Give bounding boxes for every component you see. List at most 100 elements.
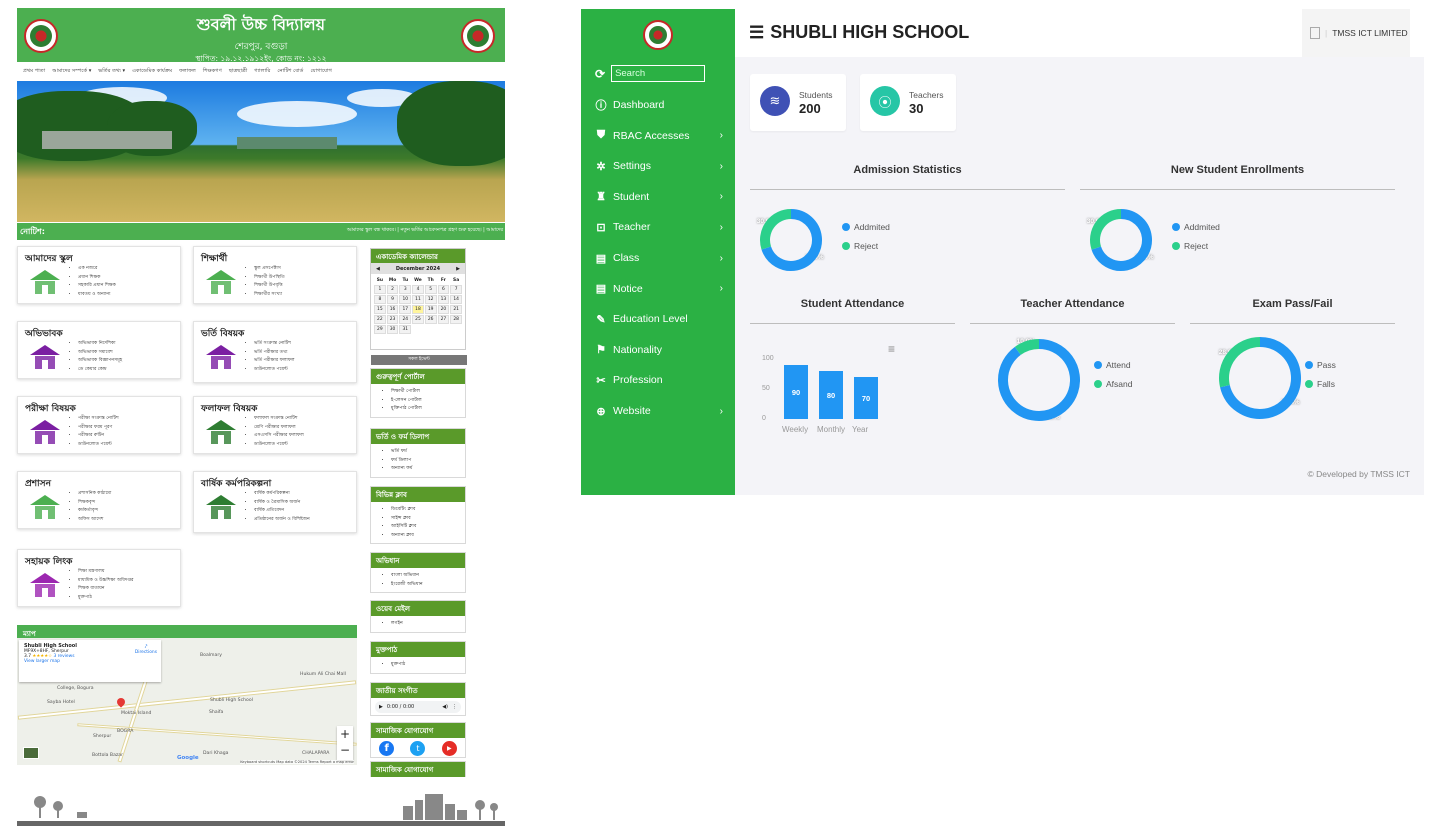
sidebar-link[interactable]: অন্যান্য ক্লাব [391,532,465,541]
calendar-day[interactable]: 3 [399,285,412,294]
facebook-icon[interactable]: f [379,741,395,756]
card-link[interactable]: বার্ষিক কর্মপরিকল্পনা [254,490,310,499]
sidebar-link[interactable]: ফর্ম ডিলাপ [391,457,465,466]
donut-slice[interactable] [1090,209,1122,250]
card-link[interactable]: যাবতয় ও অন্যান্য [78,291,116,300]
calendar-day[interactable]: 16 [386,305,399,314]
calendar-day[interactable]: 12 [424,295,437,304]
sidebar-item[interactable]: ⊡ Teacher › [595,218,723,236]
legend-item[interactable]: Reject [842,241,878,251]
legend-item[interactable]: Addmited [842,222,890,232]
donut-chart[interactable] [1214,332,1306,424]
sidebar-item[interactable]: ⚑ Nationality [595,341,723,359]
legend-item[interactable]: Falls [1305,379,1335,389]
sidebar-link[interactable]: অন্যান্য ফর্ম [391,465,465,474]
larger-map-link[interactable]: View larger map [24,659,156,664]
card-link[interactable]: অভিভাবক বিজ্ঞাপনসমূহ [78,357,122,366]
donut-slice[interactable] [1219,337,1261,388]
calendar-day[interactable]: 6 [437,285,450,294]
sidebar-item[interactable]: ✂ Profession [595,371,723,389]
sidebar-item[interactable]: ✎ Education Level [595,310,723,328]
card-title[interactable]: আমাদের স্কুল [25,251,73,266]
legend-item[interactable]: Pass [1305,360,1336,370]
sidebar-link[interactable]: লগইন [391,620,465,629]
sidebar-link[interactable]: আইসিটি ক্লাব [391,523,465,532]
card-link[interactable]: ডে কেয়ার কেন্দ্র [78,366,122,375]
refresh-icon[interactable]: ⟳ [595,67,605,81]
donut-slice[interactable] [760,209,792,250]
volume-icon[interactable]: ◀) [442,704,448,710]
play-icon[interactable]: ▶ [379,704,383,710]
card-title[interactable]: পরীক্ষা বিষয়ক [25,401,76,416]
sidebar-link[interactable]: বাংলা অভিধান [391,572,465,581]
donut-slice[interactable] [1014,339,1040,356]
card-link[interactable]: ডাউনলোড পয়েন্ট [254,366,295,375]
all-events-button[interactable]: সকল ইভেন্ট [371,355,467,365]
card-link[interactable]: ডাউনলোড পয়েন্ট [78,441,119,450]
calendar-day[interactable]: 30 [386,325,399,334]
card-link[interactable]: পরীক্ষার ফরম পূরণ [78,424,119,433]
card-link[interactable]: শিক্ষকবৃন্দ [78,499,111,508]
sidebar-item[interactable]: ▤ Notice › [595,280,723,298]
calendar-day[interactable]: 19 [424,305,437,314]
donut-chart[interactable] [755,204,827,276]
card-link[interactable]: বার্ষিক প্রতিবেদন [254,507,310,516]
sidebar-link[interactable]: ভর্তি ফর্ম [391,448,465,457]
card-link[interactable]: স্কুল প্রসপেক্টাস [254,265,285,274]
sidebar-link[interactable]: ই-লেসন পোর্টাল [391,397,465,406]
card-link[interactable]: প্রতিষ্ঠানের অর্জন ও বিশিষ্টজন [254,516,310,525]
card-link[interactable]: সহকারি প্রধান শিক্ষক [78,282,116,291]
nav-item[interactable]: একাডেমিক কার্যক্রম [132,68,172,76]
nav-item[interactable]: গ্যালারি [254,68,270,76]
audio-player[interactable]: ▶ 0:00 / 0:00 ◀) ⋮ [375,701,461,713]
bar[interactable]: 70 [854,377,878,419]
card-title[interactable]: সহায়ক লিংক [25,554,72,569]
calendar-day[interactable]: 23 [386,315,399,324]
card-link[interactable]: অভিভাবক সমাবেশ [78,349,122,358]
nav-item[interactable]: আমাদের সম্পর্কে ▾ [52,68,91,76]
calendar-day[interactable]: 7 [450,285,462,294]
calendar-day[interactable]: 10 [399,295,412,304]
chart-menu-icon[interactable]: ≡ [888,342,895,356]
card-link[interactable]: ভর্তি পরীক্ষার তথ্য [254,349,295,358]
zoom-in-button[interactable]: + [337,726,353,742]
sidebar-link[interactable]: শিক্ষার্থী পোর্টাল [391,388,465,397]
google-map[interactable]: Shubli High School MF9X+8HF, Sherpur 3.7… [17,638,357,765]
map-satellite-toggle[interactable] [23,747,39,759]
sidebar-link[interactable]: ইংরেজী অভিধান [391,581,465,590]
calendar-day[interactable]: 22 [374,315,386,324]
card-link[interactable]: মুক্তপাঠ [78,594,134,603]
nav-item[interactable]: ছাত্রছাত্রী [229,68,247,76]
card-link[interactable]: পরীক্ষার রুটিন [78,432,119,441]
donut-slice[interactable] [998,339,1080,421]
calendar-day[interactable]: 29 [374,325,386,334]
card-link[interactable]: শিক্ষার্থী উপবৃত্তি [254,282,285,291]
sidebar-item[interactable]: ⓘ Dashboard [595,96,723,114]
youtube-icon[interactable]: ▶ [441,741,457,756]
card-link[interactable]: প্রশাসনিক কাঠামো [78,490,111,499]
calendar-day[interactable]: 11 [412,295,424,304]
card-link[interactable]: বার্ষিক ও ত্রৈমাসিক অর্জন [254,499,310,508]
directions-link[interactable]: ⤤ Directions [135,644,157,655]
nav-item[interactable]: নোটিশ বোর্ড [277,68,303,76]
card-link[interactable]: ভর্তি পরীক্ষার ফলাফল [254,357,295,366]
calendar-day[interactable]: 4 [412,285,424,294]
calendar-day[interactable]: 14 [450,295,462,304]
sidebar-link[interactable]: ডিবেটিং ক্লাব [391,506,465,515]
zoom-out-button[interactable]: − [337,742,353,758]
card-title[interactable]: ভর্তি বিষয়ক [201,326,244,341]
sidebar-link[interactable]: সাইন্স ক্লাব [391,515,465,524]
nav-item[interactable]: প্রথম পাতা [23,68,45,76]
sidebar-item[interactable]: ⊕ Website › [595,402,723,420]
calendar-day[interactable]: 26 [424,315,437,324]
zoom-control[interactable]: + − [337,726,353,760]
sidebar-item[interactable]: ▤ Class › [595,249,723,267]
bar[interactable]: 90 [784,365,808,419]
card-title[interactable]: ফলাফল বিষয়ক [201,401,257,416]
calendar-day[interactable]: 2 [386,285,399,294]
card-link[interactable]: ফলাফল সংক্রান্ত নোটিশ [254,415,304,424]
card-title[interactable]: অভিভাবক [25,326,63,341]
calendar-day[interactable]: 31 [399,325,412,334]
card-link[interactable]: শিক্ষা মন্ত্রণালয় [78,568,134,577]
calendar-day[interactable]: 21 [450,305,462,314]
